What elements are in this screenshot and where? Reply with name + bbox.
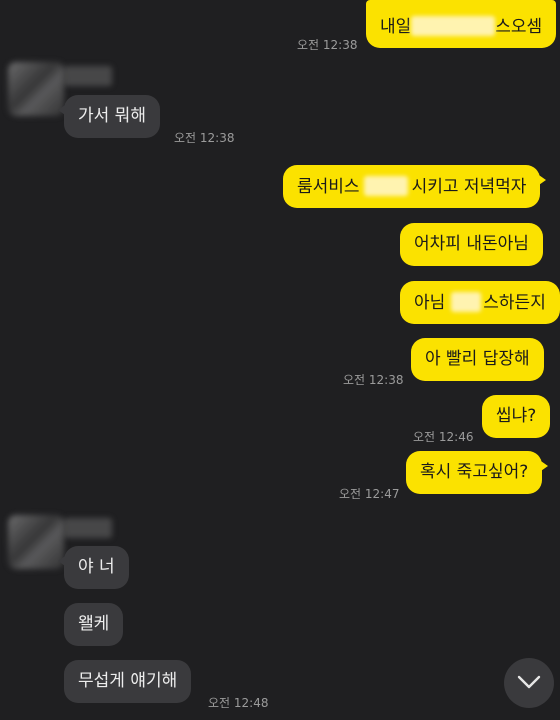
- message-time: 오전 12:38: [174, 131, 235, 145]
- bubble-tail: [538, 459, 549, 473]
- redacted-text: [411, 16, 496, 36]
- message-text-part: 내일: [380, 17, 412, 37]
- scroll-to-bottom-button[interactable]: [504, 658, 554, 708]
- message-text: 무섭게 얘기해: [78, 671, 178, 691]
- contact-avatar[interactable]: [8, 62, 64, 116]
- my-message[interactable]: 어차피 내돈아님: [400, 223, 543, 266]
- their-message[interactable]: 야 너: [58, 546, 129, 589]
- message-text-part: 룸서비스: [297, 177, 360, 197]
- message-text: 야 너: [78, 557, 115, 577]
- message-text: 혹시 죽고싶어?: [420, 462, 529, 482]
- their-message[interactable]: 무섭게 얘기해: [64, 660, 192, 703]
- their-message[interactable]: 가서 뭐해: [58, 95, 160, 138]
- my-message[interactable]: 씹냐?: [482, 395, 551, 438]
- my-message[interactable]: 아님 스하든지: [400, 281, 560, 324]
- message-text: 씹냐?: [496, 406, 537, 426]
- contact-name: [64, 66, 112, 86]
- bubble-tail: [536, 173, 547, 187]
- message-time: 오전 12:48: [208, 696, 269, 710]
- contact-name: [64, 518, 112, 538]
- message-text: 아 빨리 답장해: [425, 349, 530, 369]
- message-text: 왤케: [78, 614, 110, 634]
- my-message[interactable]: 내일 스오셈: [366, 0, 557, 48]
- their-message[interactable]: 왤케: [64, 603, 124, 646]
- redacted-text: [363, 176, 408, 196]
- message-text: 어차피 내돈아님: [414, 234, 529, 254]
- message-time: 오전 12:38: [343, 373, 404, 387]
- message-time: 오전 12:47: [339, 487, 400, 501]
- chat-area[interactable]: 오전 12:38 내일 스오셈 가서 뭐해 오전 12:38 룸서비스 시키고 저녁…: [0, 0, 560, 720]
- message-text-part: 시키고 저녁먹자: [411, 177, 527, 197]
- chevron-down-icon: [517, 674, 541, 693]
- message-time: 오전 12:46: [413, 430, 474, 444]
- my-message[interactable]: 룸서비스 시키고 저녁먹자: [283, 165, 547, 208]
- bubble-tail: [58, 103, 68, 117]
- message-text-part: 아님: [414, 293, 446, 313]
- bubble-tail: [58, 554, 68, 568]
- message-time: 오전 12:38: [297, 38, 358, 52]
- message-text-part: 스오셈: [495, 17, 543, 37]
- message-text: 가서 뭐해: [78, 106, 146, 126]
- my-message[interactable]: 혹시 죽고싶어?: [406, 451, 549, 494]
- redacted-text: [451, 292, 482, 312]
- my-message[interactable]: 아 빨리 답장해: [411, 338, 544, 381]
- contact-avatar[interactable]: [8, 515, 64, 569]
- message-text-part: 스하든지: [483, 293, 546, 313]
